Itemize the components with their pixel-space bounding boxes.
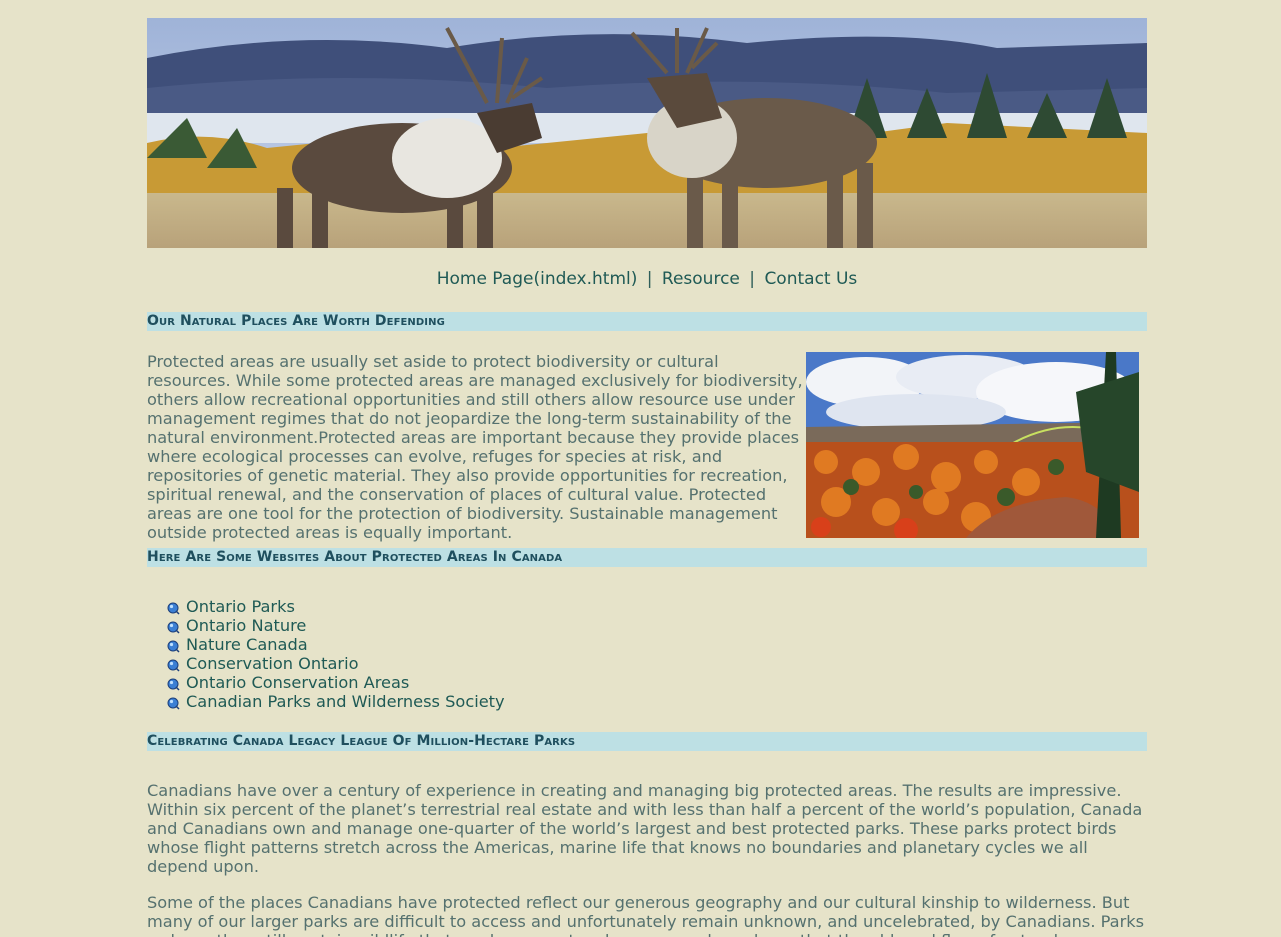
list-item: Ontario Nature (167, 616, 1147, 635)
nav-separator: | (646, 269, 653, 289)
caribou-banner-image (147, 18, 1147, 248)
link-cpaws[interactable]: Canadian Parks and Wilderness Society (186, 692, 505, 711)
list-item: Nature Canada (167, 635, 1147, 654)
list-item: Canadian Parks and Wilderness Society (167, 692, 1147, 711)
intro-block: Protected areas are usually set aside to… (147, 352, 1147, 542)
link-ontario-parks[interactable]: Ontario Parks (186, 597, 295, 616)
legacy-paragraph-2: Some of the places Canadians have protec… (147, 893, 1145, 937)
list-item: Ontario Conservation Areas (167, 673, 1147, 692)
section-heading-legacy: Celebrating Canada Legacy League Of Mill… (147, 732, 1147, 751)
link-ontario-nature[interactable]: Ontario Nature (186, 616, 306, 635)
nav-home-link[interactable]: Home Page(index.html) (437, 269, 638, 289)
globe-bullet-icon (167, 600, 180, 615)
globe-bullet-icon (167, 619, 180, 634)
link-ontario-conservation-areas[interactable]: Ontario Conservation Areas (186, 673, 409, 692)
autumn-forest-image (806, 352, 1139, 538)
page-wrapper: Home Page(index.html) | Resource | Conta… (147, 0, 1147, 937)
intro-paragraph: Protected areas are usually set aside to… (147, 352, 803, 542)
globe-bullet-icon (167, 676, 180, 691)
nav-resource-link[interactable]: Resource (662, 269, 740, 289)
nav-separator: | (749, 269, 756, 289)
section-heading-websites: Here Are Some Websites About Protected A… (147, 548, 1147, 567)
list-item: Ontario Parks (167, 597, 1147, 616)
protected-areas-links-list: Ontario Parks Ontario Nature Nature Cana… (167, 597, 1147, 711)
top-navigation: Home Page(index.html) | Resource | Conta… (147, 269, 1147, 291)
legacy-paragraph-1: Canadians have over a century of experie… (147, 781, 1143, 876)
nav-contact-link[interactable]: Contact Us (764, 269, 857, 289)
globe-bullet-icon (167, 657, 180, 672)
list-item: Conservation Ontario (167, 654, 1147, 673)
globe-bullet-icon (167, 695, 180, 710)
link-nature-canada[interactable]: Nature Canada (186, 635, 308, 654)
section-heading-natural-places: Our Natural Places Are Worth Defending (147, 312, 1147, 331)
globe-bullet-icon (167, 638, 180, 653)
link-conservation-ontario[interactable]: Conservation Ontario (186, 654, 359, 673)
